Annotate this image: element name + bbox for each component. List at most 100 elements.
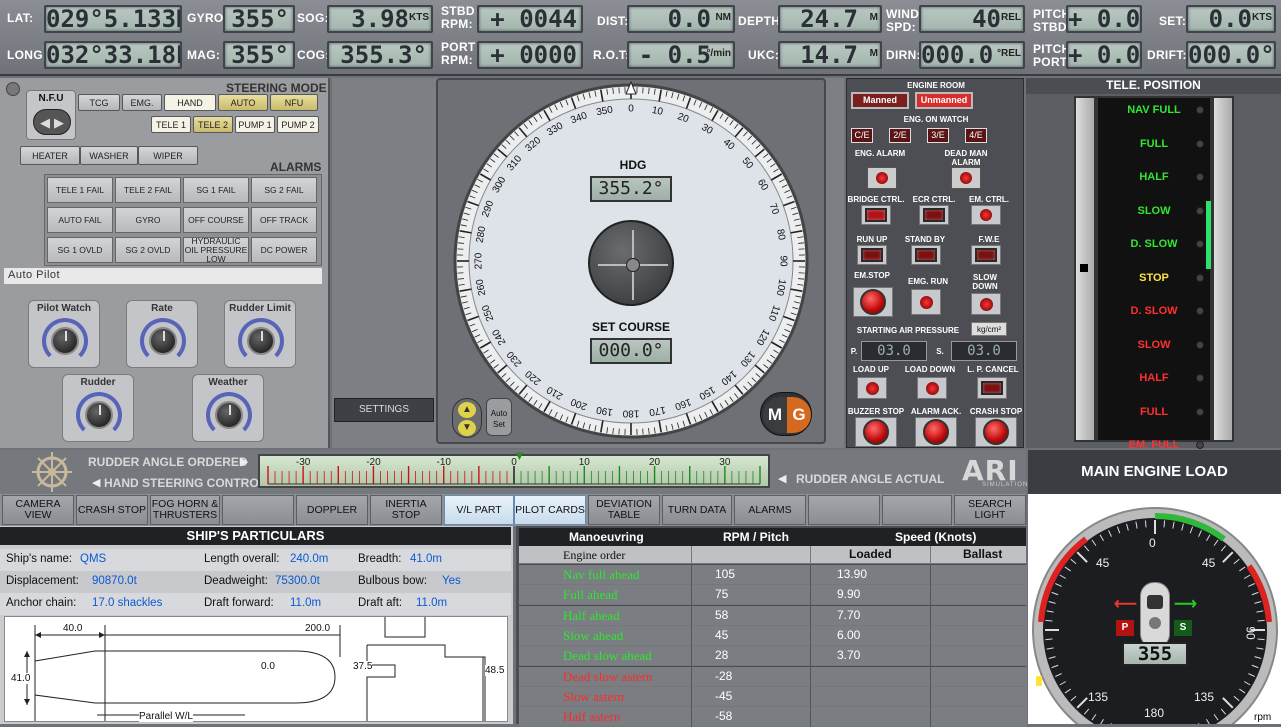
blank-button-1[interactable] [222,495,294,525]
engine-order-cell: Half ahead [563,608,620,624]
bow-value: Yes [442,575,461,587]
settings-button[interactable]: SETTINGS [334,398,434,422]
weather-knob[interactable]: Weather [192,374,264,442]
svg-text:90: 90 [777,255,788,267]
manoeuvring-row: Half ahead587.70 [519,606,1027,626]
particulars-row: Anchor chain: 17.0 shackles Draft forwar… [0,593,511,615]
wiper-button[interactable]: WIPER [138,146,198,165]
rudder-actual-label: RUDDER ANGLE ACTUAL [796,472,944,486]
pilot-cards-button[interactable]: PILOT CARDS [514,495,586,525]
pump2-button[interactable]: PUMP 2 [277,116,319,133]
watch-2e-button[interactable]: 2/E [889,128,911,143]
eng-alarm-lamp [867,167,897,189]
watch-ce-button[interactable]: C/E [851,128,873,143]
turn-data-button[interactable]: TURN DATA [662,495,732,525]
mode-emg-button[interactable]: EMG. [122,94,162,111]
manned-button[interactable]: Manned [851,92,909,109]
nfu-control[interactable]: N.F.U ◀ ▶ [26,90,76,140]
mg-selector[interactable]: M G [760,392,812,436]
knob-icon[interactable] [247,327,275,355]
down-arrow-icon[interactable]: ▼ [458,420,476,436]
tele-position-0[interactable]: NAV FULL [1098,104,1210,116]
mode-tcg-button[interactable]: TCG [78,94,120,111]
tele-position-4[interactable]: D. SLOW [1098,238,1210,250]
alarm-sg1-ovld: SG 1 OVLD [47,237,113,263]
disp-label: Displacement: [6,575,79,587]
mode-nfu-button[interactable]: NFU [270,94,318,111]
watch-4e-button[interactable]: 4/E [965,128,987,143]
crash-stop-er-button[interactable] [975,417,1017,447]
lp-cancel-button[interactable] [977,377,1007,399]
tele1-button[interactable]: TELE 1 [151,116,191,133]
tele2-button[interactable]: TELE 2 [193,116,233,133]
camera-view-button[interactable]: CAMERA VIEW [2,495,74,525]
knob-icon[interactable] [51,327,79,355]
tele-position-5[interactable]: STOP [1098,272,1210,284]
tele-position-9[interactable]: FULL [1098,406,1210,418]
em-stop-button[interactable] [853,287,893,317]
crash-stop-button[interactable]: CRASH STOP [76,495,148,525]
fog-horn-button[interactable]: FOG HORN & THRUSTERS [150,495,220,525]
inertia-stop-button[interactable]: INERTIA STOP [370,495,442,525]
hdg-label: HDG [598,158,668,172]
em-ctrl-button[interactable] [971,205,1001,225]
emg-run-button[interactable] [911,289,941,315]
stand-by-button[interactable] [911,245,941,265]
steering-mode-title: STEERING MODE [226,81,327,95]
blank-button-3[interactable] [882,495,952,525]
hand-arrow-icon: ◀ [92,476,100,489]
engine-room-panel: ENGINE ROOM Manned Unmanned ENG. ON WATC… [846,78,1024,448]
alarm-ack-button[interactable] [915,417,957,447]
deviation-table-button[interactable]: DEVIATION TABLE [588,495,660,525]
load-down-button[interactable] [917,377,947,399]
ecr-ctrl-button[interactable] [919,205,949,225]
cog-display: 355.3° [327,41,433,69]
draft-fwd-label: Draft forward: [204,597,274,609]
knob-icon[interactable] [85,401,113,429]
load-up-button[interactable] [857,377,887,399]
fwe-button[interactable] [971,245,1001,265]
vl-part-button[interactable]: V/L PART [444,495,514,525]
course-updown-control[interactable]: ▲ ▼ [452,398,482,438]
slow-down-button[interactable] [971,293,1001,315]
unmanned-button[interactable]: Unmanned [915,92,973,109]
wind-spd-display: 40REL [919,5,1025,33]
knob-icon[interactable] [149,327,177,355]
pump1-button[interactable]: PUMP 1 [235,116,275,133]
watch-3e-button[interactable]: 3/E [927,128,949,143]
nfu-arrows-icon[interactable]: ◀ ▶ [33,109,71,135]
mode-auto-button[interactable]: AUTO [218,94,268,111]
doppler-button[interactable]: DOPPLER [296,495,368,525]
alarm-ack-label: ALARM ACK. [907,407,965,416]
draft-fwd-value: 11.0m [290,597,321,609]
set-course-display[interactable]: 000.0° [590,338,672,364]
engine-order-cell: Slow astern [563,689,624,705]
pilot-watch-knob[interactable]: Pilot Watch [28,300,100,368]
blank-button-2[interactable] [808,495,880,525]
alarms-button[interactable]: ALARMS [734,495,806,525]
rate-knob[interactable]: Rate [126,300,198,368]
search-light-button[interactable]: SEARCH LIGHT [954,495,1026,525]
tele-position-2[interactable]: HALF [1098,171,1210,183]
up-arrow-icon[interactable]: ▲ [458,402,476,418]
knob-icon[interactable] [215,401,243,429]
mg-m-label[interactable]: M [763,397,787,433]
run-up-button[interactable] [857,245,887,265]
rudder-limit-knob[interactable]: Rudder Limit [224,300,296,368]
course-knob[interactable] [588,220,674,306]
tele-position-6[interactable]: D. SLOW [1098,305,1210,317]
buzzer-stop-button[interactable] [855,417,897,447]
tele-position-8[interactable]: HALF [1098,372,1210,384]
tele-position-1[interactable]: FULL [1098,138,1210,150]
instrument-bar: LAT: 029°5.133N LONG: 032°33.18E GYRO: 3… [0,0,1281,76]
gauge-tick-135r: 135 [1194,690,1214,704]
mode-hand-button[interactable]: HAND [164,94,216,111]
heater-button[interactable]: HEATER [20,146,80,165]
rpm-cell: 28 [715,648,728,662]
tele-position-7[interactable]: SLOW [1098,339,1210,351]
rudder-knob[interactable]: Rudder [62,374,134,442]
tele-position-3[interactable]: SLOW [1098,205,1210,217]
washer-button[interactable]: WASHER [80,146,138,165]
auto-set-button[interactable]: Auto Set [486,398,512,436]
bridge-ctrl-button[interactable] [861,205,891,225]
